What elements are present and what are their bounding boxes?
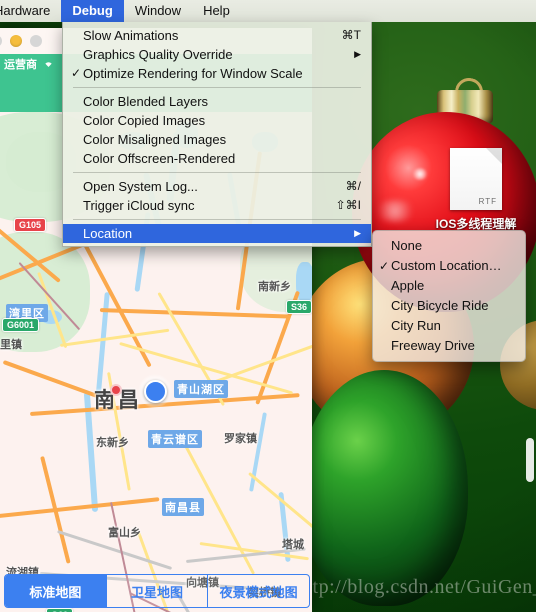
menu-item-slow-animations[interactable]: Slow Animations ⌘T <box>63 26 371 45</box>
map-road <box>210 344 312 385</box>
map-district-label: 青山湖区 <box>174 380 228 398</box>
segment-standard-map[interactable]: 标准地图 <box>5 575 107 607</box>
map-type-segmented-control[interactable]: 标准地图 卫星地图 夜景模式地图 <box>4 574 310 608</box>
zoom-button[interactable] <box>30 35 42 47</box>
menu-item-color-copied-images[interactable]: Color Copied Images <box>63 111 371 130</box>
user-location-dot-inner <box>143 379 167 403</box>
menu-item-open-system-log[interactable]: Open System Log... ⌘/ <box>63 177 371 196</box>
map-town-label: 东新乡 <box>96 437 129 449</box>
file-extension-label: RTF <box>478 197 497 206</box>
map-district-label: 南昌县 <box>162 498 204 516</box>
location-submenu[interactable]: None ✓ Custom Location… Apple City Bicyc… <box>372 230 526 362</box>
submenu-item-label: City Bicycle Ride <box>391 298 489 313</box>
map-district-label: 青云谱区 <box>148 430 202 448</box>
menu-item-graphics-quality-override[interactable]: Graphics Quality Override ▶ <box>63 45 371 64</box>
submenu-item-none[interactable]: None <box>373 236 525 256</box>
submenu-item-freeway-drive[interactable]: Freeway Drive <box>373 336 525 356</box>
menu-item-label: Trigger iCloud sync <box>83 198 195 213</box>
menu-debug[interactable]: Debug <box>61 0 124 22</box>
menu-item-color-misaligned-images[interactable]: Color Misaligned Images <box>63 130 371 149</box>
minimize-button[interactable] <box>10 35 22 47</box>
checkmark-icon: ✓ <box>70 66 82 80</box>
submenu-item-city-run[interactable]: City Run <box>373 316 525 336</box>
menu-item-color-blended-layers[interactable]: Color Blended Layers <box>63 92 371 111</box>
segment-satellite-map[interactable]: 卫星地图 <box>107 575 209 607</box>
map-town-label: 富山乡 <box>108 527 141 539</box>
menu-item-location[interactable]: Location ▶ <box>63 224 371 243</box>
map-highway-shield: G105 <box>14 218 47 232</box>
menu-item-label: Color Misaligned Images <box>83 132 227 147</box>
menu-item-trigger-icloud-sync[interactable]: Trigger iCloud sync ⇧⌘I <box>63 196 371 215</box>
menu-help[interactable]: Help <box>192 0 241 22</box>
menu-item-label: Optimize Rendering for Window Scale <box>83 66 303 81</box>
menu-hardware[interactable]: Hardware <box>0 0 61 22</box>
submenu-item-label: Apple <box>391 278 425 293</box>
map-poi-marker[interactable] <box>110 384 122 396</box>
menu-separator <box>73 172 361 173</box>
carrier-label: 运营商 <box>4 59 37 71</box>
submenu-item-label: City Run <box>391 318 441 333</box>
watermark-text: http://blog.csdn.net/GuiGen_L <box>296 576 536 598</box>
map-town-label: 南新乡 <box>258 281 291 293</box>
wifi-icon <box>42 55 55 73</box>
debug-menu-dropdown[interactable]: Slow Animations ⌘T Graphics Quality Over… <box>62 22 372 247</box>
map-road <box>99 308 290 319</box>
segment-night-mode-map[interactable]: 夜景模式地图 <box>208 575 309 607</box>
window-scrollbar[interactable] <box>526 438 534 482</box>
menu-item-optimize-rendering[interactable]: ✓ Optimize Rendering for Window Scale <box>63 64 371 83</box>
menu-item-label: Color Copied Images <box>83 113 206 128</box>
menu-item-shortcut: ⌘/ <box>345 179 361 193</box>
menu-item-shortcut: ⇧⌘I <box>335 198 361 212</box>
map-town-label: 罗家镇 <box>224 433 257 445</box>
map-highway-shield: G60 <box>46 608 74 612</box>
menu-separator <box>73 219 361 220</box>
menu-item-color-offscreen-rendered[interactable]: Color Offscreen-Rendered <box>63 149 371 168</box>
close-button[interactable] <box>0 35 2 47</box>
submenu-item-label: Custom Location… <box>391 258 502 273</box>
map-road <box>0 497 160 520</box>
checkmark-icon: ✓ <box>378 259 390 273</box>
page-fold-icon <box>486 148 502 164</box>
map-highway-shield: S36 <box>286 300 312 314</box>
map-highway-shield: G6001 <box>2 318 40 332</box>
menu-item-label: Graphics Quality Override <box>83 47 233 62</box>
menu-item-label: Location <box>83 226 133 241</box>
menu-item-shortcut: ⌘T <box>341 28 361 42</box>
menu-item-label: Open System Log... <box>83 179 198 194</box>
menu-item-label: Color Offscreen-Rendered <box>83 151 236 166</box>
submenu-item-label: None <box>391 238 423 253</box>
desktop-file-icon[interactable]: RTF IOS多线程理解 <box>416 148 536 232</box>
submenu-item-custom-location[interactable]: ✓ Custom Location… <box>373 256 525 276</box>
menu-item-label: Color Blended Layers <box>83 94 209 109</box>
submenu-item-label: Freeway Drive <box>391 338 475 353</box>
rtf-document-icon: RTF <box>450 148 502 210</box>
menu-window[interactable]: Window <box>124 0 192 22</box>
menu-bar[interactable]: Hardware Debug Window Help <box>0 0 536 22</box>
submenu-item-city-bicycle-ride[interactable]: City Bicycle Ride <box>373 296 525 316</box>
window-traffic-lights[interactable] <box>0 28 42 54</box>
submenu-arrow-icon: ▶ <box>354 49 361 59</box>
map-town-label: 塔城 <box>282 539 304 551</box>
menu-item-label: Slow Animations <box>83 28 179 43</box>
menu-separator <box>73 87 361 88</box>
submenu-item-apple[interactable]: Apple <box>373 276 525 296</box>
map-town-label: 里镇 <box>0 339 22 351</box>
user-location-dot <box>138 374 172 408</box>
submenu-arrow-icon: ▶ <box>354 228 361 238</box>
map-road <box>2 360 98 398</box>
